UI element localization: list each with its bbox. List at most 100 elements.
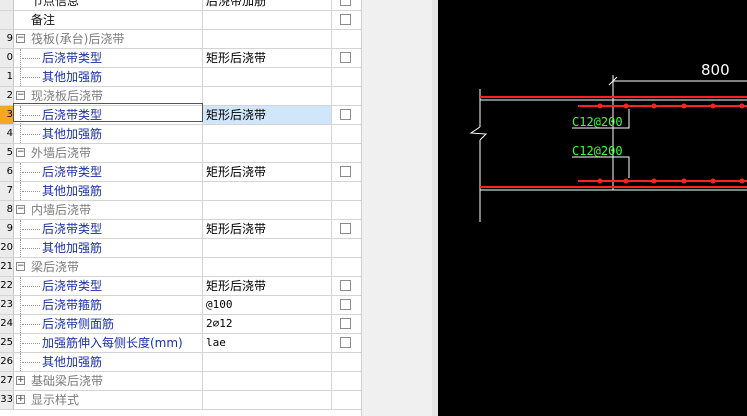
property-value-cell[interactable]: [203, 11, 332, 29]
table-row[interactable]: 23 后浇带箍筋 @100: [0, 296, 361, 315]
property-label: 后浇带箍筋: [42, 298, 103, 312]
row-number: 8: [0, 201, 14, 219]
property-name-cell[interactable]: + 基础梁后浇带: [13, 372, 203, 390]
table-row[interactable]: 5− 外墙后浇带: [0, 144, 361, 163]
table-row[interactable]: 24 后浇带侧面筋 2⌀12: [0, 315, 361, 334]
property-name-cell[interactable]: 其他加强筋: [13, 125, 203, 143]
property-value-cell[interactable]: [203, 125, 332, 143]
tree-line: [20, 106, 21, 124]
expand-icon[interactable]: +: [16, 376, 25, 385]
property-name-cell[interactable]: 后浇带箍筋: [13, 296, 203, 314]
property-value-cell[interactable]: @100: [203, 296, 332, 314]
property-name-cell[interactable]: − 梁后浇带: [13, 258, 203, 276]
property-value-cell[interactable]: [203, 87, 332, 105]
attribute-checkbox[interactable]: [340, 0, 351, 6]
property-name-cell[interactable]: 后浇带类型: [13, 220, 203, 238]
property-name-cell[interactable]: 其他加强筋: [13, 68, 203, 86]
property-value-cell[interactable]: 矩形后浇带: [203, 49, 332, 67]
attribute-checkbox[interactable]: [340, 52, 351, 63]
property-value-cell[interactable]: [203, 353, 332, 371]
group-label: 基础梁后浇带: [31, 374, 104, 388]
collapse-icon[interactable]: −: [16, 148, 25, 157]
table-row[interactable]: 2− 现浇板后浇带: [0, 87, 361, 106]
property-name-cell[interactable]: 后浇带类型: [13, 49, 203, 67]
property-name-cell[interactable]: + 显示样式: [13, 391, 203, 409]
property-value-cell[interactable]: 矩形后浇带: [203, 220, 332, 238]
property-value-cell[interactable]: [203, 391, 332, 409]
property-name-cell[interactable]: 其他加强筋: [13, 239, 203, 257]
attribute-checkbox[interactable]: [340, 14, 351, 25]
property-value-cell[interactable]: 矩形后浇带: [203, 163, 332, 181]
property-value-cell[interactable]: [203, 372, 332, 390]
break-symbol: [469, 126, 488, 141]
property-name-cell[interactable]: 加强筋伸入每侧长度(mm): [13, 334, 203, 352]
property-name-cell[interactable]: − 外墙后浇带: [13, 144, 203, 162]
table-row[interactable]: 7 其他加强筋: [0, 182, 361, 201]
cad-viewport[interactable]: 800 C12@200 C12@200: [432, 0, 747, 416]
property-name-cell[interactable]: 后浇带类型: [13, 163, 203, 181]
table-row[interactable]: 9 后浇带类型 矩形后浇带: [0, 220, 361, 239]
attribute-checkbox[interactable]: [340, 337, 351, 348]
group-label: 外墙后浇带: [31, 146, 92, 160]
property-value-cell[interactable]: [203, 68, 332, 86]
attribute-checkbox[interactable]: [340, 109, 351, 120]
table-row[interactable]: 20 其他加强筋: [0, 239, 361, 258]
attribute-checkbox[interactable]: [340, 299, 351, 310]
property-name-cell[interactable]: 其他加强筋: [13, 182, 203, 200]
property-name-cell[interactable]: 节点信息: [13, 0, 203, 10]
table-row[interactable]: 9− 筏板(承台)后浇带: [0, 30, 361, 49]
property-value-cell[interactable]: 后浇带加筋: [203, 0, 332, 10]
table-row[interactable]: 3 后浇带类型 矩形后浇带: [0, 106, 361, 125]
attribute-checkbox[interactable]: [340, 223, 351, 234]
table-row[interactable]: 1 其他加强筋: [0, 68, 361, 87]
group-label: 梁后浇带: [31, 260, 80, 274]
attribute-checkbox[interactable]: [340, 318, 351, 329]
property-value-cell[interactable]: [203, 258, 332, 276]
property-name-cell[interactable]: 后浇带类型: [13, 277, 203, 295]
property-name-cell[interactable]: 后浇带类型: [13, 106, 203, 124]
expand-icon[interactable]: +: [16, 395, 25, 404]
table-row[interactable]: 25 加强筋伸入每侧长度(mm) lae: [0, 334, 361, 353]
tree-line: [20, 277, 21, 295]
property-label: 其他加强筋: [42, 70, 103, 84]
property-name-cell[interactable]: − 现浇板后浇带: [13, 87, 203, 105]
property-name-cell[interactable]: 后浇带侧面筋: [13, 315, 203, 333]
property-name-cell[interactable]: − 内墙后浇带: [13, 201, 203, 219]
table-row[interactable]: 21− 梁后浇带: [0, 258, 361, 277]
tree-line: [20, 239, 21, 257]
table-row[interactable]: 6 后浇带类型 矩形后浇带: [0, 163, 361, 182]
attribute-checkbox[interactable]: [340, 280, 351, 291]
property-name-cell[interactable]: − 筏板(承台)后浇带: [13, 30, 203, 48]
group-label: 内墙后浇带: [31, 203, 92, 217]
table-row[interactable]: 27 + 基础梁后浇带: [0, 372, 361, 391]
table-row[interactable]: 22 后浇带类型 矩形后浇带: [0, 277, 361, 296]
tree-line: [20, 163, 21, 181]
table-row[interactable]: 备注: [0, 11, 361, 30]
property-value-cell[interactable]: [203, 239, 332, 257]
table-row[interactable]: 26 其他加强筋: [0, 353, 361, 372]
table-row[interactable]: 4 其他加强筋: [0, 125, 361, 144]
collapse-icon[interactable]: −: [16, 91, 25, 100]
property-value-cell[interactable]: [203, 201, 332, 219]
collapse-icon[interactable]: −: [16, 34, 25, 43]
property-name-cell[interactable]: 备注: [13, 11, 203, 29]
row-number: 3: [0, 106, 14, 124]
property-value-cell[interactable]: 矩形后浇带: [203, 277, 332, 295]
property-label: 节点信息: [31, 0, 80, 8]
checkbox-cell: [332, 11, 361, 29]
property-value-cell[interactable]: 2⌀12: [203, 315, 332, 333]
table-row[interactable]: 节点信息 后浇带加筋: [0, 0, 361, 11]
property-value-cell[interactable]: [203, 144, 332, 162]
collapse-icon[interactable]: −: [16, 262, 25, 271]
property-value-cell[interactable]: [203, 30, 332, 48]
checkbox-cell: [332, 201, 361, 219]
table-row[interactable]: 8− 内墙后浇带: [0, 201, 361, 220]
property-name-cell[interactable]: 其他加强筋: [13, 353, 203, 371]
collapse-icon[interactable]: −: [16, 205, 25, 214]
table-row[interactable]: 0 后浇带类型 矩形后浇带: [0, 49, 361, 68]
property-value-cell[interactable]: lae: [203, 334, 332, 352]
property-value-cell[interactable]: [203, 182, 332, 200]
attribute-checkbox[interactable]: [340, 166, 351, 177]
property-value-cell[interactable]: 矩形后浇带: [203, 106, 332, 124]
table-row[interactable]: 33 + 显示样式: [0, 391, 361, 410]
